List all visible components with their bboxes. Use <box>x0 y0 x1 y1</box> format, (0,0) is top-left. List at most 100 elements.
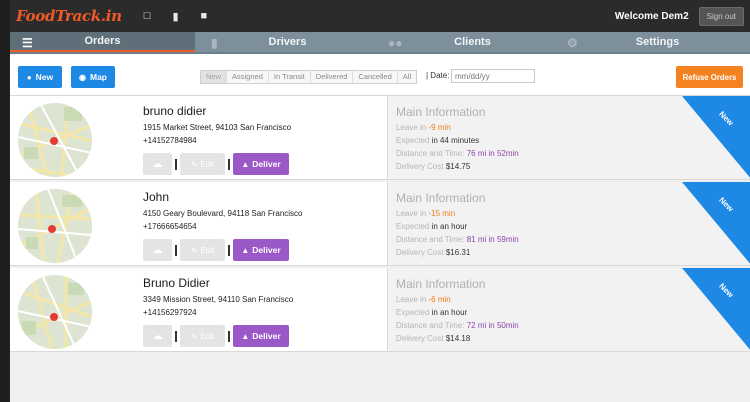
refuse-orders-button[interactable]: Refuse Orders <box>676 66 743 88</box>
deliver-button[interactable]: ▲ Deliver <box>233 239 289 261</box>
delivery-cost-line: Delivery Cost $14.75 <box>396 162 471 171</box>
upload-button[interactable]: ☁ <box>143 239 172 261</box>
order-info-panel: Main Information Leave in -15 min Expect… <box>387 182 750 266</box>
users-icon: ●● <box>388 36 403 50</box>
tab-orders-label: Orders <box>84 35 121 47</box>
edit-button[interactable]: ✎ Edit <box>180 239 225 261</box>
order-map-thumbnail[interactable] <box>18 103 92 177</box>
filter-all[interactable]: All <box>398 71 416 83</box>
filter-assigned[interactable]: Assigned <box>227 71 269 83</box>
map-pin-icon: ◉ <box>79 72 86 82</box>
upload-button[interactable]: ☁ <box>143 153 172 175</box>
new-ribbon <box>682 268 750 351</box>
order-actions: ☁ ✎ Edit ▲ Deliver <box>143 153 289 175</box>
new-ribbon <box>682 182 750 265</box>
deliver-label: Deliver <box>252 159 281 169</box>
chat-icon[interactable]: ■ <box>201 10 208 22</box>
customer-phone: +14152784984 <box>143 136 197 145</box>
road-icon: ▲ <box>241 331 250 341</box>
filter-cancelled[interactable]: Cancelled <box>353 71 398 83</box>
order-info-panel: Main Information Leave in -6 min Expecte… <box>387 268 750 352</box>
signal-icon[interactable]: ▮ <box>172 10 178 23</box>
edit-button[interactable]: ✎ Edit <box>180 325 225 347</box>
app-logo[interactable]: FoodTrack.in <box>16 7 122 25</box>
store-icon[interactable]: □ <box>144 10 151 22</box>
tab-settings-label: Settings <box>635 36 680 48</box>
distance-line: Distance and Time: 72 mi in 50min <box>396 321 519 330</box>
map-thumbnail-image <box>18 189 92 263</box>
new-order-label: New <box>35 72 54 82</box>
edit-label: Edit <box>200 159 215 169</box>
tab-drivers[interactable]: ▮ Drivers <box>195 32 380 52</box>
deliver-button[interactable]: ▲ Deliver <box>233 325 289 347</box>
tab-settings[interactable]: ⚙ Settings <box>565 32 750 52</box>
order-customer-panel: Bruno Didier 3349 Mission Street, 94110 … <box>10 268 387 352</box>
leave-in-line: Leave in -15 min <box>396 209 456 218</box>
phone-icon: ▮ <box>211 36 218 50</box>
tab-drivers-label: Drivers <box>268 36 307 48</box>
deliver-button[interactable]: ▲ Deliver <box>233 153 289 175</box>
left-edge-strip <box>0 0 10 402</box>
main-nav: ☰ Orders ▮ Drivers ●● Clients ⚙ Settings <box>10 32 750 54</box>
pencil-icon: ✎ <box>190 331 198 341</box>
deliver-label: Deliver <box>252 245 281 255</box>
customer-name: Bruno Didier <box>143 276 210 290</box>
customer-address: 4150 Geary Boulevard, 94118 San Francisc… <box>143 209 303 218</box>
order-row: Bruno Didier 3349 Mission Street, 94110 … <box>10 268 750 354</box>
tab-clients[interactable]: ●● Clients <box>380 32 565 52</box>
filter-in-transit[interactable]: In Transit <box>269 71 311 83</box>
distance-line: Distance and Time: 76 mi in 52min <box>396 149 519 158</box>
customer-name: John <box>143 190 170 204</box>
pencil-icon: ✎ <box>190 245 198 255</box>
tab-clients-label: Clients <box>454 36 491 48</box>
expected-line: Expected in an hour <box>396 308 468 317</box>
map-thumbnail-image <box>18 103 92 177</box>
order-row: bruno didier 1915 Market Street, 94103 S… <box>10 96 750 182</box>
plus-circle-icon: ● <box>26 72 32 82</box>
customer-name: bruno didier <box>143 104 207 118</box>
orders-list: bruno didier 1915 Market Street, 94103 S… <box>10 96 750 354</box>
delivery-cost-line: Delivery Cost $16.31 <box>396 248 471 257</box>
new-order-button[interactable]: ● New <box>18 66 62 88</box>
info-title: Main Information <box>396 191 486 205</box>
order-row: John 4150 Geary Boulevard, 94118 San Fra… <box>10 182 750 268</box>
cloud-icon: ☁ <box>152 244 163 256</box>
map-thumbnail-image <box>18 275 92 349</box>
gear-icon: ⚙ <box>567 36 578 50</box>
upload-button[interactable]: ☁ <box>143 325 172 347</box>
cloud-icon: ☁ <box>152 330 163 342</box>
order-actions: ☁ ✎ Edit ▲ Deliver <box>143 325 289 347</box>
customer-address: 3349 Mission Street, 94110 San Francisco <box>143 295 294 304</box>
map-label: Map <box>89 72 107 82</box>
tab-orders[interactable]: ☰ Orders <box>10 32 195 52</box>
customer-address: 1915 Market Street, 94103 San Francisco <box>143 123 292 132</box>
deliver-label: Deliver <box>252 331 281 341</box>
edit-button[interactable]: ✎ Edit <box>180 153 225 175</box>
pencil-icon: ✎ <box>190 159 198 169</box>
sign-out-button[interactable]: Sign out <box>698 6 744 26</box>
order-actions: ☁ ✎ Edit ▲ Deliver <box>143 239 289 261</box>
delivery-cost-line: Delivery Cost $14.18 <box>396 334 471 343</box>
new-ribbon <box>682 96 750 179</box>
order-map-thumbnail[interactable] <box>18 189 92 263</box>
order-map-thumbnail[interactable] <box>18 275 92 349</box>
map-button[interactable]: ◉ Map <box>71 66 115 88</box>
welcome-text: Welcome Dem2 <box>614 10 689 22</box>
filter-new[interactable]: New <box>201 71 228 83</box>
filter-delivered[interactable]: Delivered <box>311 71 354 83</box>
road-icon: ▲ <box>241 159 250 169</box>
status-filter-group: New Assigned In Transit Delivered Cancel… <box>200 70 418 84</box>
order-customer-panel: bruno didier 1915 Market Street, 94103 S… <box>10 96 387 180</box>
edit-label: Edit <box>200 245 215 255</box>
road-icon: ▲ <box>241 245 250 255</box>
info-title: Main Information <box>396 105 486 119</box>
edit-label: Edit <box>200 331 215 341</box>
date-input[interactable] <box>451 69 535 83</box>
top-bar: FoodTrack.in □ ▮ ■ Welcome Dem2 Sign out <box>10 0 750 32</box>
date-label: | Date: <box>426 71 450 80</box>
distance-line: Distance and Time: 81 mi in 59min <box>396 235 519 244</box>
app-window: FoodTrack.in □ ▮ ■ Welcome Dem2 Sign out… <box>10 0 750 402</box>
expected-line: Expected in 44 minutes <box>396 136 480 145</box>
order-customer-panel: John 4150 Geary Boulevard, 94118 San Fra… <box>10 182 387 266</box>
info-title: Main Information <box>396 277 486 291</box>
